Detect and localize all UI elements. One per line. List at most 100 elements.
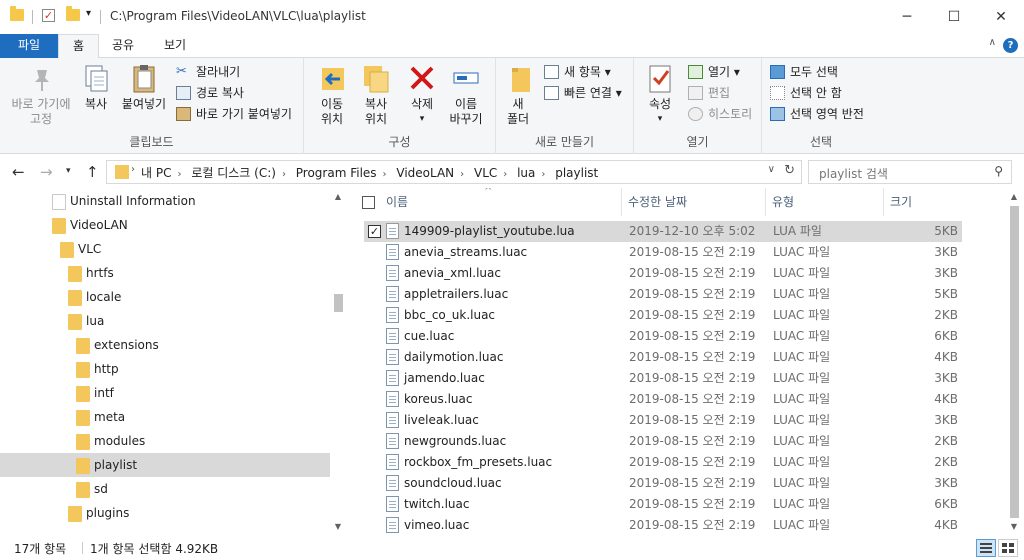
up-button[interactable]: ↑ [86, 163, 99, 181]
breadcrumb-item[interactable]: 로컬 디스크 (C:) [191, 166, 276, 180]
maximize-button[interactable]: ☐ [931, 0, 977, 34]
tab-home[interactable]: 홈 [58, 34, 100, 59]
file-type: LUAC 파일 [773, 308, 831, 322]
file-row[interactable]: newgrounds.luac 2019-08-15 오전 2:19 LUAC 파일… [364, 431, 962, 452]
tree-scrollbar[interactable]: ▲ ▼ [330, 188, 346, 536]
file-date: 2019-08-15 오전 2:19 [629, 497, 756, 511]
delete-dropdown-icon[interactable]: ▾ [404, 112, 440, 127]
rename-button[interactable]: 이름 바꾸기 [446, 62, 486, 127]
file-row[interactable]: twitch.luac 2019-08-15 오전 2:19 LUAC 파일 6KB [364, 494, 962, 515]
edit-button[interactable]: 편집 [686, 83, 730, 103]
breadcrumb-item[interactable]: VideoLAN [396, 166, 454, 180]
breadcrumb-item[interactable]: VLC [474, 166, 497, 180]
tree-item[interactable]: plugins [0, 501, 330, 525]
details-view-button[interactable] [976, 539, 996, 557]
file-list-scrollbar[interactable]: ▲ ▼ [1006, 188, 1024, 536]
search-input[interactable]: playlist 검색 ⚲ [808, 160, 1012, 184]
scroll-up-icon[interactable]: ▲ [1006, 190, 1022, 204]
column-size[interactable]: 크기 [884, 188, 966, 216]
tree-scroll-thumb[interactable] [334, 294, 343, 312]
file-row[interactable]: rockbox_fm_presets.luac 2019-08-15 오전 2:1… [364, 452, 962, 473]
file-row[interactable]: vimeo.luac 2019-08-15 오전 2:19 LUAC 파일 4KB [364, 515, 962, 536]
tree-item[interactable]: VLC [0, 237, 330, 261]
easy-access-button[interactable]: 빠른 연결 ▾ [542, 83, 622, 103]
select-all-button[interactable]: 모두 선택 [768, 62, 838, 82]
scroll-down-icon[interactable]: ▼ [1006, 520, 1022, 534]
invert-selection-icon [770, 107, 785, 121]
tree-item-label: VLC [78, 242, 102, 256]
open-button[interactable]: 열기 ▾ [686, 62, 740, 82]
file-row[interactable]: dailymotion.luac 2019-08-15 오전 2:19 LUAC 파… [364, 347, 962, 368]
tab-share[interactable]: 공유 [98, 34, 148, 58]
breadcrumb-item[interactable]: lua [517, 166, 535, 180]
file-row[interactable]: liveleak.luac 2019-08-15 오전 2:19 LUAC 파일 3K… [364, 410, 962, 431]
tree-item[interactable]: meta [0, 405, 330, 429]
recent-locations-icon[interactable]: ▾ [66, 166, 71, 176]
new-folder-quick-icon[interactable] [66, 6, 80, 21]
column-name[interactable]: 이름 ^ [350, 188, 622, 216]
file-list-scroll-thumb[interactable] [1010, 206, 1019, 518]
help-icon[interactable]: ? [1003, 38, 1018, 53]
properties-quick-icon[interactable]: ✓ [42, 9, 55, 22]
properties-button[interactable]: 속성 ▾ [642, 62, 678, 127]
tree-item[interactable]: playlist [0, 453, 330, 477]
copy-to-button[interactable]: 복사 위치 [356, 62, 396, 127]
column-type[interactable]: 유형 [766, 188, 884, 216]
tree-item[interactable]: hrtfs [0, 261, 330, 285]
large-icons-view-button[interactable] [998, 539, 1018, 557]
invert-selection-button[interactable]: 선택 영역 반전 [768, 104, 864, 124]
tree-item[interactable]: Uninstall Information [0, 189, 330, 213]
paste-button[interactable]: 붙여넣기 [118, 62, 170, 112]
file-row[interactable]: ✓ 149909-playlist_youtube.lua 2019-12-10 오… [364, 221, 962, 242]
tree-item[interactable]: locale [0, 285, 330, 309]
back-button[interactable]: ← [12, 163, 25, 181]
tree-item[interactable]: extensions [0, 333, 330, 357]
file-name: dailymotion.luac [404, 350, 504, 364]
file-row[interactable]: anevia_streams.luac 2019-08-15 오전 2:19 LUA… [364, 242, 962, 263]
tab-view[interactable]: 보기 [150, 34, 200, 58]
copy-path-button[interactable]: 경로 복사 [174, 83, 244, 103]
copy-button[interactable]: 복사 [78, 62, 114, 112]
pin-quick-access-button[interactable]: 바로 가기에 고정 [6, 62, 76, 127]
breadcrumb-item[interactable]: Program Files [296, 166, 377, 180]
address-bar[interactable]: › 내 PC › 로컬 디스크 (C:) › Program Files › Vide… [106, 160, 802, 184]
minimize-button[interactable]: ─ [884, 0, 930, 34]
paste-shortcut-button[interactable]: 바로 가기 붙여넣기 [174, 104, 292, 124]
column-date[interactable]: 수정한 날짜 [622, 188, 766, 216]
tab-file[interactable]: 파일 [0, 34, 58, 58]
file-row[interactable]: soundcloud.luac 2019-08-15 오전 2:19 LUAC 파일… [364, 473, 962, 494]
tree-item[interactable]: intf [0, 381, 330, 405]
address-dropdown-icon[interactable]: ∨ [768, 164, 775, 175]
scroll-up-icon[interactable]: ▲ [330, 190, 346, 204]
tree-item[interactable]: http [0, 357, 330, 381]
file-row[interactable]: anevia_xml.luac 2019-08-15 오전 2:19 LUAC 파일… [364, 263, 962, 284]
tree-item[interactable]: lua [0, 309, 330, 333]
history-button[interactable]: 히스토리 [686, 104, 752, 124]
file-row[interactable]: appletrailers.luac 2019-08-15 오전 2:19 LUAC… [364, 284, 962, 305]
file-row[interactable]: jamendo.luac 2019-08-15 오전 2:19 LUAC 파일 3KB [364, 368, 962, 389]
file-row[interactable]: bbc_co_uk.luac 2019-08-15 오전 2:19 LUAC 파일 2… [364, 305, 962, 326]
refresh-icon[interactable]: ↻ [784, 163, 795, 178]
breadcrumb-item[interactable]: playlist [555, 166, 598, 180]
select-none-button[interactable]: 선택 안 함 [768, 83, 842, 103]
properties-dropdown-icon[interactable]: ▾ [642, 112, 678, 127]
file-row[interactable]: cue.luac 2019-08-15 오전 2:19 LUAC 파일 6KB [364, 326, 962, 347]
cut-button[interactable]: ✂ 잘라내기 [174, 62, 240, 82]
search-icon[interactable]: ⚲ [994, 164, 1003, 178]
breadcrumb-item[interactable]: 내 PC [141, 166, 171, 180]
new-folder-button[interactable]: 새 폴더 [504, 62, 532, 127]
forward-button[interactable]: → [40, 163, 53, 181]
delete-button[interactable]: 삭제 ▾ [404, 62, 440, 127]
tree-item[interactable]: modules [0, 429, 330, 453]
select-all-checkbox[interactable] [362, 196, 375, 209]
scroll-down-icon[interactable]: ▼ [330, 520, 346, 534]
row-checkbox[interactable]: ✓ [368, 225, 381, 238]
customize-toolbar-icon[interactable]: ▾ [86, 8, 91, 19]
move-to-button[interactable]: 이동 위치 [312, 62, 352, 127]
tree-item[interactable]: VideoLAN [0, 213, 330, 237]
file-row[interactable]: koreus.luac 2019-08-15 오전 2:19 LUAC 파일 4KB [364, 389, 962, 410]
collapse-ribbon-icon[interactable]: ∧ [989, 37, 996, 48]
tree-item[interactable]: sd [0, 477, 330, 501]
new-item-button[interactable]: 새 항목 ▾ [542, 62, 611, 82]
close-button[interactable]: ✕ [978, 0, 1024, 34]
